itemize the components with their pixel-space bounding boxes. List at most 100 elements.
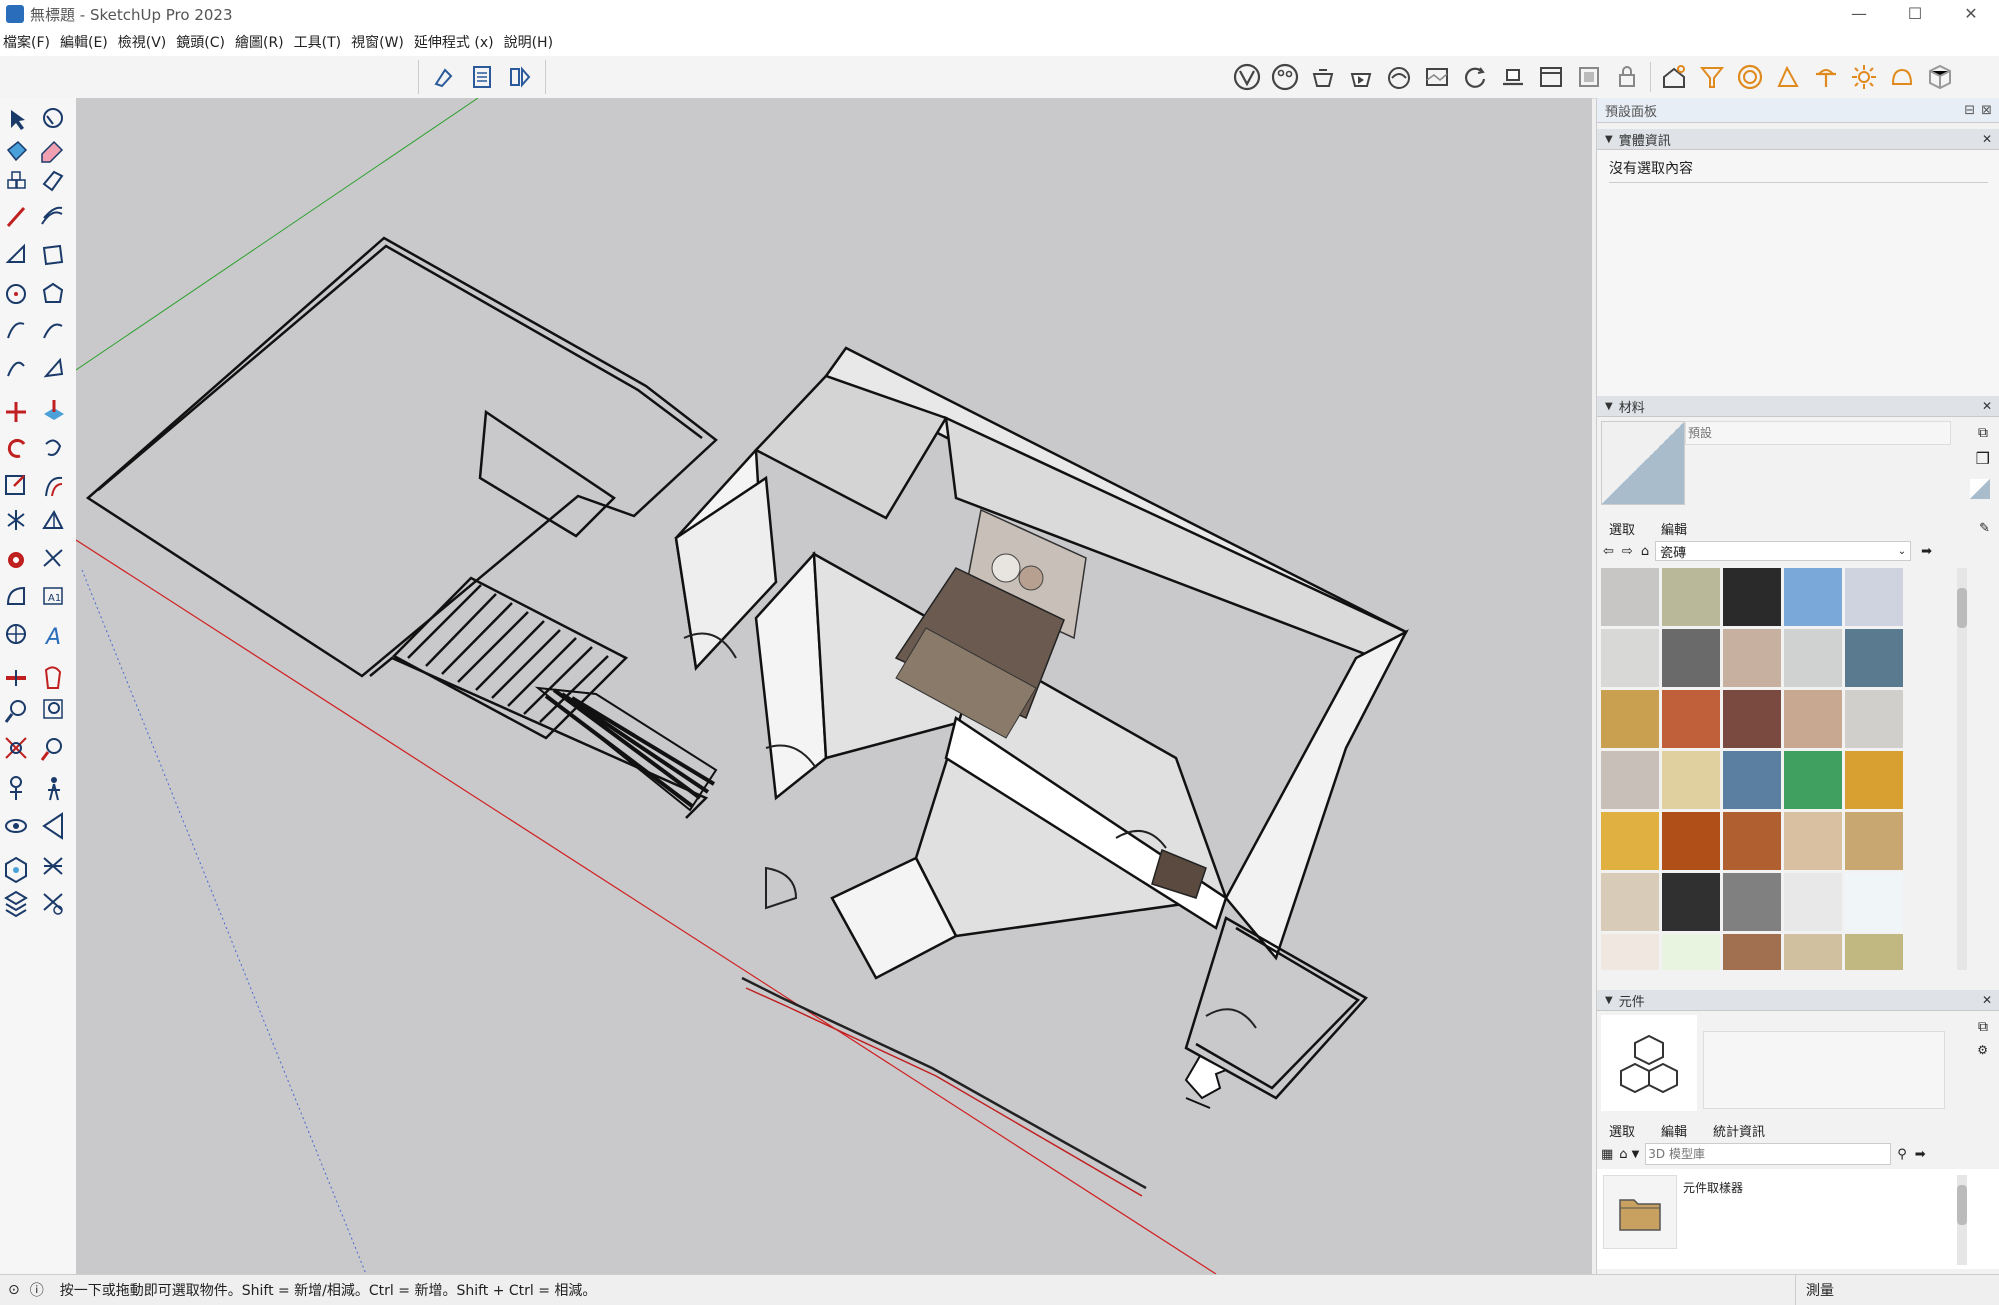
extension-gear-icon[interactable] xyxy=(43,893,63,915)
back-arrow-icon[interactable]: ⇦ xyxy=(1603,544,1614,559)
two-point-arc-icon[interactable] xyxy=(43,323,63,339)
material-swatch[interactable] xyxy=(1601,812,1659,870)
style-palette-icon[interactable] xyxy=(1268,60,1302,94)
orbit-hand-icon[interactable] xyxy=(44,666,62,689)
material-swatch[interactable] xyxy=(1723,751,1781,809)
material-swatch[interactable] xyxy=(1601,629,1659,687)
freehand-icon[interactable] xyxy=(41,206,63,225)
home-icon[interactable]: ⌂ xyxy=(1619,1147,1627,1162)
material-swatch[interactable] xyxy=(1723,629,1781,687)
material-swatch[interactable] xyxy=(1662,568,1720,626)
material-swatch[interactable] xyxy=(1723,873,1781,931)
move-icon[interactable] xyxy=(6,402,26,422)
materials-tab-edit[interactable]: 編輯 xyxy=(1661,519,1687,538)
follow-me-icon[interactable] xyxy=(45,439,62,456)
arc-icon[interactable] xyxy=(7,322,25,339)
components-tab-edit[interactable]: 編輯 xyxy=(1661,1121,1687,1140)
materials-tab-select[interactable]: 選取 xyxy=(1609,519,1635,538)
menu-view[interactable]: 檢視(V) xyxy=(115,32,174,52)
select-arrow-icon[interactable] xyxy=(11,110,25,130)
details-arrow-icon[interactable]: ➡ xyxy=(1921,544,1932,559)
tray-pin-icon[interactable]: ⊟ xyxy=(1964,103,1975,118)
material-swatch[interactable] xyxy=(1845,751,1903,809)
display-secondary-icon[interactable]: ⧉ xyxy=(1978,425,1988,441)
search-icon[interactable]: ⚲ xyxy=(1897,1147,1907,1162)
rectangle-icon[interactable] xyxy=(5,243,25,263)
display-secondary-icon[interactable]: ⧉ xyxy=(1978,1019,1988,1035)
home-icon[interactable]: ⌂ xyxy=(1641,544,1649,559)
menu-help[interactable]: 說明(H) xyxy=(501,32,560,52)
scenes-icon[interactable] xyxy=(503,60,537,94)
drawing-viewport[interactable] xyxy=(76,98,1592,1274)
warehouse-icon[interactable] xyxy=(43,857,63,875)
material-swatch[interactable] xyxy=(1601,690,1659,748)
component-list-scrollbar[interactable] xyxy=(1957,1175,1967,1265)
swatch-scrollbar[interactable] xyxy=(1957,568,1967,970)
details-arrow-icon[interactable]: ➡ xyxy=(1915,1147,1926,1162)
warehouse-search-input[interactable] xyxy=(1645,1143,1892,1165)
material-swatch[interactable] xyxy=(1601,568,1659,626)
text-icon[interactable]: A1 xyxy=(43,587,63,605)
material-swatch[interactable] xyxy=(1845,690,1903,748)
look-around-icon[interactable] xyxy=(5,819,27,833)
tag-tool-icon[interactable] xyxy=(427,60,461,94)
axis-style-icon[interactable] xyxy=(1771,60,1805,94)
walk-icon[interactable] xyxy=(48,777,60,801)
three-point-arc-icon[interactable] xyxy=(7,361,25,377)
navigation-dropdown-icon[interactable]: ▼ xyxy=(1632,1149,1640,1160)
component-description[interactable] xyxy=(1703,1031,1945,1109)
material-swatch[interactable] xyxy=(1784,690,1842,748)
material-swatch[interactable] xyxy=(1845,812,1903,870)
material-swatch[interactable] xyxy=(1784,873,1842,931)
textured-icon[interactable] xyxy=(1420,60,1454,94)
teapot-wire-icon[interactable] xyxy=(1306,60,1340,94)
materials-header[interactable]: ▼ 材料 ✕ xyxy=(1597,396,1999,417)
layers-stack-icon[interactable] xyxy=(4,890,28,918)
scale-icon[interactable] xyxy=(5,475,25,495)
material-swatch[interactable] xyxy=(1662,812,1720,870)
offset-icon[interactable] xyxy=(45,476,63,497)
pie-icon[interactable] xyxy=(43,357,64,378)
component-sampler-label[interactable]: 元件取樣器 xyxy=(1683,1179,1743,1196)
material-swatch[interactable] xyxy=(1662,690,1720,748)
position-camera-icon[interactable] xyxy=(10,776,22,800)
components-tab-statistics[interactable]: 統計資訊 xyxy=(1713,1121,1765,1140)
floor-plan[interactable] xyxy=(85,236,718,819)
menu-tools[interactable]: 工具(T) xyxy=(291,32,348,52)
zoom-window-icon[interactable] xyxy=(43,699,63,719)
bell-icon[interactable] xyxy=(1885,60,1919,94)
previous-view-icon[interactable] xyxy=(40,738,62,761)
material-swatch[interactable] xyxy=(1845,934,1903,970)
menu-file[interactable]: 檔案(F) xyxy=(0,32,57,52)
push-pull-icon[interactable] xyxy=(44,400,64,420)
umbrella-icon[interactable] xyxy=(1809,60,1843,94)
components-tab-select[interactable]: 選取 xyxy=(1609,1121,1635,1140)
menu-edit[interactable]: 編輯(E) xyxy=(57,32,115,52)
flip-icon[interactable] xyxy=(7,510,25,530)
components-header[interactable]: ▼ 元件 ✕ xyxy=(1597,990,1999,1011)
pencil-line-icon[interactable] xyxy=(6,207,26,227)
entity-info-header[interactable]: ▼ 實體資訊 ✕ xyxy=(1597,129,1999,150)
component-box-icon[interactable] xyxy=(1923,60,1957,94)
eraser-icon[interactable] xyxy=(41,140,64,163)
monochrome-icon[interactable] xyxy=(1458,60,1492,94)
close-button[interactable]: ✕ xyxy=(1943,0,1999,28)
materials-close-icon[interactable]: ✕ xyxy=(1982,399,1992,413)
teapot-shaded-icon[interactable] xyxy=(1382,60,1416,94)
geo-location-icon[interactable]: ⊙ xyxy=(8,1282,20,1298)
paint-bucket-icon[interactable] xyxy=(6,140,28,162)
section-tool-icon[interactable] xyxy=(6,670,26,686)
material-swatch[interactable] xyxy=(1662,873,1720,931)
material-swatch[interactable] xyxy=(1723,812,1781,870)
circle-icon[interactable] xyxy=(6,284,26,304)
teapot-hidden-icon[interactable] xyxy=(1344,60,1378,94)
default-paint-icon[interactable] xyxy=(1970,479,1990,499)
style-xray-icon[interactable] xyxy=(1230,60,1264,94)
material-swatch[interactable] xyxy=(1723,690,1781,748)
material-swatch[interactable] xyxy=(1601,751,1659,809)
section-display-icon[interactable] xyxy=(1534,60,1568,94)
material-swatch[interactable] xyxy=(1845,629,1903,687)
create-material-icon[interactable]: ❒ xyxy=(1976,449,1990,468)
tape-measure-icon[interactable] xyxy=(8,552,24,568)
menu-draw[interactable]: 繪圖(R) xyxy=(232,32,291,52)
